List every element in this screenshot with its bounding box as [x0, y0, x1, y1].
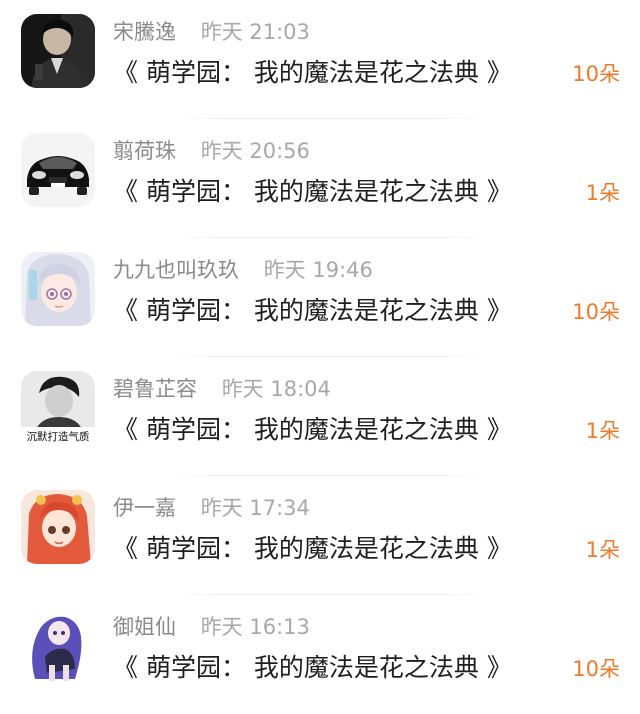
timestamp: 昨天 20:56 — [200, 139, 310, 163]
username[interactable]: 御姐仙 — [113, 613, 176, 641]
list-item[interactable]: 翦荷珠 昨天 20:56 《 萌学园： 我的魔法是花之法典 》 1朵 — [0, 119, 640, 238]
bw-portrait-icon: 沉默打造气质 — [21, 371, 95, 445]
username[interactable]: 伊一嘉 — [113, 494, 176, 522]
meta-line: 碧鲁芷容 昨天 18:04 — [113, 375, 331, 403]
avatar[interactable]: 沉默打造气质 — [21, 371, 95, 445]
book-title[interactable]: 《 萌学园： 我的魔法是花之法典 》 — [113, 413, 512, 447]
list-item[interactable]: 伊一嘉 昨天 17:34 《 萌学园： 我的魔法是花之法典 》 1朵 — [0, 476, 640, 595]
meta-line: 伊一嘉 昨天 17:34 — [113, 494, 310, 522]
avatar-caption: 沉默打造气质 — [27, 430, 90, 443]
timestamp: 昨天 16:13 — [200, 615, 310, 639]
man-portrait-icon — [21, 14, 95, 88]
gift-count: 10朵 — [572, 300, 620, 324]
sports-car-icon — [21, 133, 95, 207]
gift-count: 1朵 — [585, 538, 620, 562]
avatar[interactable] — [21, 252, 95, 326]
meta-line: 翦荷珠 昨天 20:56 — [113, 137, 310, 165]
gift-count: 1朵 — [585, 419, 620, 443]
book-title[interactable]: 《 萌学园： 我的魔法是花之法典 》 — [113, 532, 512, 566]
timestamp: 昨天 17:34 — [200, 496, 310, 520]
username[interactable]: 宋騰逸 — [113, 18, 176, 46]
avatar[interactable] — [21, 133, 95, 207]
meta-line: 御姐仙 昨天 16:13 — [113, 613, 310, 641]
username[interactable]: 翦荷珠 — [113, 137, 176, 165]
anime-girl-glasses-icon — [21, 252, 95, 326]
list-item[interactable]: 沉默打造气质 碧鲁芷容 昨天 18:04 《 萌学园： 我的魔法是花之法典 》 … — [0, 357, 640, 476]
book-title[interactable]: 《 萌学园： 我的魔法是花之法典 》 — [113, 175, 512, 209]
timestamp: 昨天 18:04 — [221, 377, 331, 401]
book-title[interactable]: 《 萌学园： 我的魔法是花之法典 》 — [113, 651, 512, 685]
meta-line: 宋騰逸 昨天 21:03 — [113, 18, 310, 46]
gift-count: 10朵 — [572, 62, 620, 86]
gift-record-list: 宋騰逸 昨天 21:03 《 萌学园： 我的魔法是花之法典 》 10朵 翦荷珠 … — [0, 0, 640, 709]
gift-count: 1朵 — [585, 181, 620, 205]
timestamp: 昨天 19:46 — [263, 258, 373, 282]
username[interactable]: 碧鲁芷容 — [113, 375, 197, 403]
anime-redhead-icon — [21, 490, 95, 564]
anime-purple-hair-icon — [21, 609, 95, 683]
gift-count: 10朵 — [572, 657, 620, 681]
list-item[interactable]: 御姐仙 昨天 16:13 《 萌学园： 我的魔法是花之法典 》 10朵 — [0, 595, 640, 714]
username[interactable]: 九九也叫玖玖 — [113, 256, 239, 284]
list-item[interactable]: 宋騰逸 昨天 21:03 《 萌学园： 我的魔法是花之法典 》 10朵 — [0, 0, 640, 119]
book-title[interactable]: 《 萌学园： 我的魔法是花之法典 》 — [113, 294, 512, 328]
avatar[interactable] — [21, 490, 95, 564]
meta-line: 九九也叫玖玖 昨天 19:46 — [113, 256, 373, 284]
timestamp: 昨天 21:03 — [200, 20, 310, 44]
list-item[interactable]: 九九也叫玖玖 昨天 19:46 《 萌学园： 我的魔法是花之法典 》 10朵 — [0, 238, 640, 357]
book-title[interactable]: 《 萌学园： 我的魔法是花之法典 》 — [113, 56, 512, 90]
avatar[interactable] — [21, 609, 95, 683]
avatar[interactable] — [21, 14, 95, 88]
